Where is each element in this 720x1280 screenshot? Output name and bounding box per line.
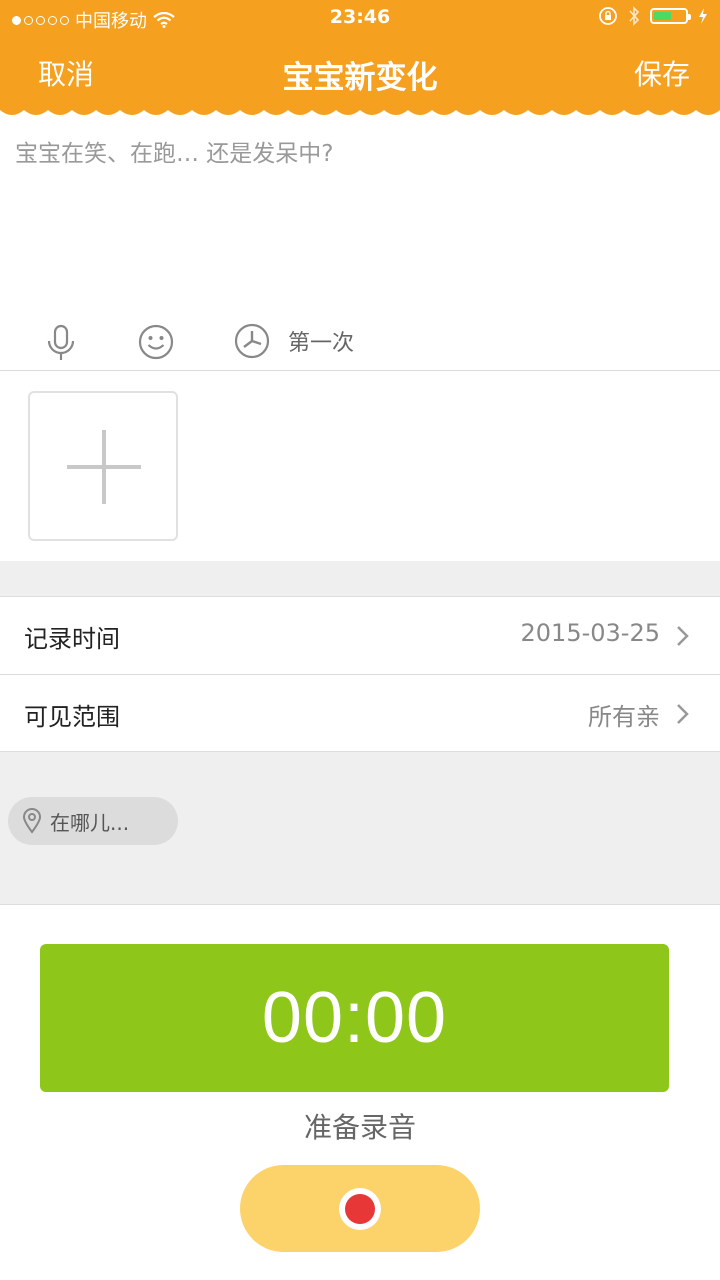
recording-timer-panel: 00:00 [40,944,669,1092]
visibility-label: 可见范围 [24,703,120,731]
status-right [598,6,708,26]
page-title: 宝宝新变化 [282,60,438,96]
add-photo-button[interactable] [28,391,178,541]
recording-status: 准备录音 [303,1111,416,1144]
record-time-value: 2015-03-25 [520,619,660,647]
status-bar: 中国移动 23:46 [0,0,720,36]
record-time-row[interactable]: 记录时间 2015-03-25 [0,597,720,673]
note-input[interactable] [15,134,705,304]
bluetooth-icon [629,6,640,26]
location-label: 在哪儿... [50,810,130,835]
nav-bar: 取消 宝宝新变化 保存 [0,36,720,110]
first-time-button[interactable]: 第一次 [234,323,354,359]
cancel-button[interactable]: 取消 [38,53,94,93]
recording-timer: 00:00 [261,978,448,1058]
first-time-icon [234,323,270,359]
nav-wave-edge [0,108,720,115]
location-button[interactable]: 在哪儿... [8,797,178,845]
microphone-button[interactable] [46,323,76,367]
first-time-label: 第一次 [288,331,355,356]
visibility-row[interactable]: 可见范围 所有亲 [0,675,720,751]
microphone-icon [47,324,75,360]
plus-icon [67,430,141,504]
smiley-icon [138,324,174,360]
divider [0,370,720,371]
section-separator [0,561,720,596]
charging-bolt-icon [699,8,707,24]
battery-icon [650,8,691,24]
toolbar: 第一次 [0,318,720,370]
save-button[interactable]: 保存 [634,53,690,93]
emoji-button[interactable] [138,324,174,364]
chevron-right-icon [677,704,689,724]
location-pin-icon [22,808,42,834]
orientation-lock-icon [599,7,617,25]
visibility-value: 所有亲 [588,703,660,731]
record-time-label: 记录时间 [24,625,120,653]
chevron-right-icon [677,626,689,646]
divider [0,904,720,905]
record-icon [339,1187,381,1230]
record-button[interactable] [240,1165,480,1252]
